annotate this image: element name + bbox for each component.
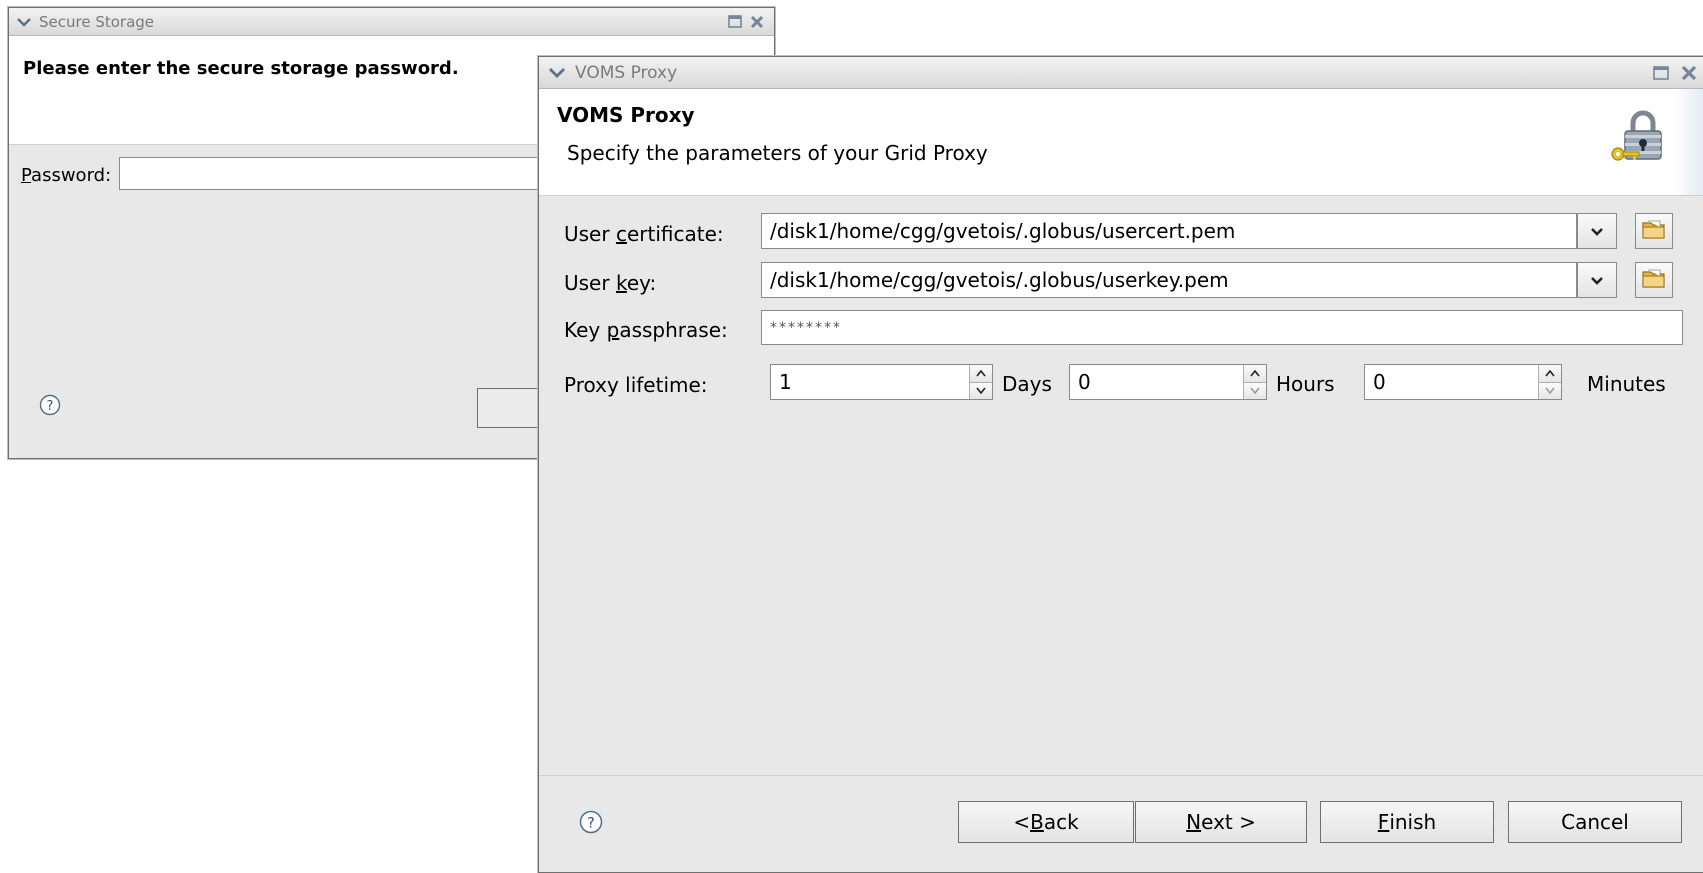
days-unit-label: Days: [1002, 372, 1052, 396]
next-button[interactable]: Next >: [1135, 801, 1307, 843]
close-icon[interactable]: [1681, 65, 1697, 81]
maximize-icon[interactable]: [1653, 65, 1669, 80]
svg-text:?: ?: [587, 816, 594, 832]
key-passphrase-input[interactable]: ********: [761, 310, 1683, 345]
spin-down-icon[interactable]: [1539, 382, 1561, 399]
header-title: VOMS Proxy: [557, 103, 695, 127]
minutes-unit-label: Minutes: [1587, 372, 1666, 396]
back-button[interactable]: < Back: [958, 801, 1134, 843]
close-icon[interactable]: [750, 15, 764, 29]
key-passphrase-label: Key passphrase:: [564, 318, 728, 342]
minutes-value: 0: [1373, 370, 1386, 394]
chevron-down-icon: [1590, 271, 1604, 290]
proxy-lifetime-label: Proxy lifetime:: [564, 373, 708, 397]
spin-up-icon[interactable]: [1539, 365, 1561, 383]
window-title: VOMS Proxy: [575, 62, 678, 83]
padlock-key-icon: [1609, 109, 1673, 169]
password-label: Password:: [21, 165, 112, 186]
folder-icon: [1641, 267, 1667, 293]
spin-down-icon[interactable]: [1244, 382, 1266, 399]
user-certificate-browse-button[interactable]: [1635, 213, 1673, 249]
maximize-icon[interactable]: [728, 15, 742, 28]
hours-value: 0: [1078, 370, 1091, 394]
spin-up-icon[interactable]: [1244, 365, 1266, 383]
hours-spinner[interactable]: 0: [1069, 364, 1267, 400]
window-menu-icon[interactable]: [539, 67, 575, 78]
spin-up-icon[interactable]: [970, 365, 992, 383]
days-value: 1: [779, 370, 792, 394]
button-bar-separator: [539, 775, 1703, 776]
user-certificate-label: User certificate:: [564, 222, 724, 246]
help-icon[interactable]: ?: [39, 394, 61, 420]
spin-down-icon[interactable]: [970, 382, 992, 399]
wizard-header: VOMS Proxy Specify the parameters of you…: [539, 89, 1703, 196]
days-spinner[interactable]: 1: [770, 364, 993, 400]
voms-proxy-dialog: VOMS Proxy VOMS Proxy Specify the parame…: [538, 56, 1703, 873]
minutes-spinner[interactable]: 0: [1364, 364, 1562, 400]
window-menu-icon[interactable]: [9, 17, 39, 27]
chevron-down-icon: [1590, 222, 1604, 241]
window-title: Secure Storage: [39, 12, 155, 31]
user-key-label: User key:: [564, 271, 657, 295]
user-key-dropdown-button[interactable]: [1577, 262, 1617, 298]
folder-icon: [1641, 218, 1667, 244]
user-key-browse-button[interactable]: [1635, 262, 1673, 298]
instruction-message: Please enter the secure storage password…: [23, 58, 459, 79]
user-certificate-dropdown-button[interactable]: [1577, 213, 1617, 249]
hours-unit-label: Hours: [1276, 372, 1335, 396]
voms-titlebar[interactable]: VOMS Proxy: [539, 57, 1703, 89]
user-certificate-combo[interactable]: /disk1/home/cgg/gvetois/.globus/usercert…: [761, 213, 1577, 249]
cancel-button[interactable]: Cancel: [1508, 801, 1682, 843]
help-icon[interactable]: ?: [579, 810, 603, 838]
user-key-combo[interactable]: /disk1/home/cgg/gvetois/.globus/userkey.…: [761, 262, 1577, 298]
secure-storage-titlebar[interactable]: Secure Storage: [9, 8, 774, 36]
header-subtitle: Specify the parameters of your Grid Prox…: [567, 141, 988, 165]
svg-text:?: ?: [47, 399, 54, 414]
finish-button[interactable]: Finish: [1320, 801, 1494, 843]
